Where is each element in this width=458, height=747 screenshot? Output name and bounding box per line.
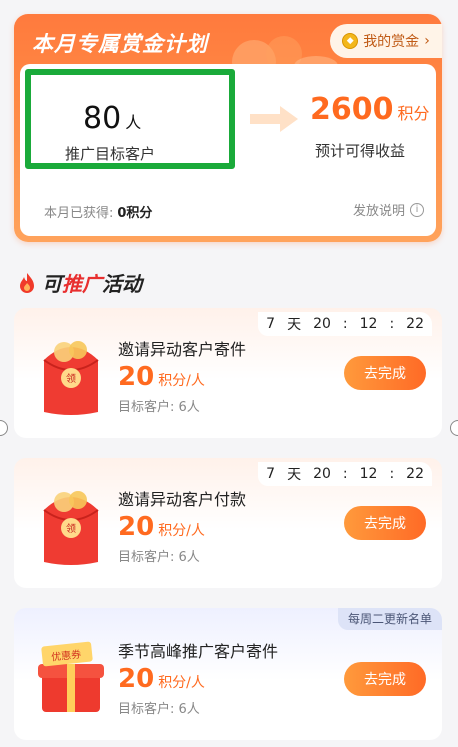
- activity-target: 目标客户: 6人: [118, 550, 200, 565]
- countdown-timer: 7 天 20:12:22: [258, 462, 432, 486]
- expected-label: 预计可得收益: [315, 142, 406, 160]
- chevron-right-icon: ›: [424, 33, 430, 49]
- activity-title: 邀请异动客户付款: [118, 490, 247, 509]
- complete-button[interactable]: 去完成: [344, 356, 426, 390]
- frame-handle-left: [0, 420, 8, 436]
- activity-card: 7 天 20:12:22 领 邀请异动客户付款 20 积分/人 目标客户: 6人 去完…: [14, 458, 442, 588]
- reward-plan-card: 本月专属赏金计划 ◆ 我的赏金 › 80 人 推广目标客户 2600 积分 预计可得…: [14, 14, 442, 242]
- my-reward-label: 我的赏金: [363, 34, 420, 50]
- complete-button[interactable]: 去完成: [344, 662, 426, 696]
- target-count: 80 人: [83, 101, 142, 136]
- fire-icon: [20, 272, 34, 293]
- activity-card: 7 天 20:12:22 领 邀请异动客户寄件 20 积分/人 目标客户: 6人 去完…: [14, 308, 442, 438]
- section-header: 可推广活动: [18, 268, 142, 297]
- arrow-right-icon: [250, 106, 298, 132]
- earned-this-month: 本月已获得: 0积分: [44, 206, 153, 221]
- complete-button[interactable]: 去完成: [344, 506, 426, 540]
- activity-target: 目标客户: 6人: [118, 400, 200, 415]
- activity-reward: 20 积分/人: [118, 362, 205, 392]
- svg-text:领: 领: [66, 372, 76, 385]
- weekly-update-tag: 每周二更新名单: [337, 608, 442, 630]
- activity-target: 目标客户: 6人: [118, 702, 200, 717]
- red-envelope-icon: 领: [43, 341, 99, 415]
- gift-box-icon: 优惠券: [38, 641, 104, 712]
- section-title: 可推广活动: [42, 272, 142, 296]
- activity-title: 季节高峰推广客户寄件: [118, 642, 279, 661]
- red-envelope-icon: 领: [43, 491, 99, 565]
- my-reward-button[interactable]: ◆ 我的赏金 ›: [330, 24, 442, 58]
- countdown-timer: 7 天 20:12:22: [258, 312, 432, 336]
- info-icon: i: [410, 202, 424, 217]
- plan-title: 本月专属赏金计划: [32, 32, 208, 56]
- rules-link[interactable]: 发放说明 i: [353, 200, 424, 219]
- svg-text:领: 领: [66, 522, 76, 535]
- activity-card: 每周二更新名单 优惠券 季节高峰推广客户寄件 20 积分/人 目标客户: 6人 去…: [14, 608, 442, 740]
- activity-title: 邀请异动客户寄件: [118, 340, 247, 359]
- plan-summary-panel: 80 人 推广目标客户 2600 积分 预计可得收益 本月已获得: 0积分 发放说明 …: [20, 64, 436, 236]
- frame-handle-right: [450, 420, 458, 436]
- activity-reward: 20 积分/人: [118, 512, 205, 542]
- coin-icon: ◆: [342, 33, 359, 49]
- expected-points: 2600 积分: [310, 92, 430, 127]
- target-label: 推广目标客户: [65, 145, 156, 163]
- target-customers-highlight: 80 人 推广目标客户: [25, 69, 235, 169]
- activity-reward: 20 积分/人: [118, 664, 205, 694]
